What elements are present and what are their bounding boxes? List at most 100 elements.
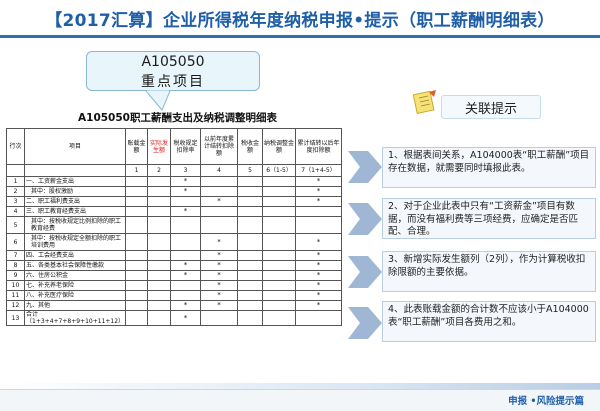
row-cell	[262, 310, 297, 326]
not-applicable-mark: *	[316, 251, 321, 259]
row-item: 一、工资薪金支出	[23, 176, 127, 187]
row-cell: *	[295, 290, 343, 301]
row-cell	[125, 310, 149, 326]
not-applicable-mark: *	[183, 177, 188, 185]
header-col7: 累计结转以后年度扣除额	[295, 128, 343, 165]
row-cell	[262, 290, 297, 301]
not-applicable-mark: *	[316, 301, 321, 309]
header-col4: 以前年度累计结转扣除额	[200, 128, 239, 165]
row-number: 7	[6, 250, 25, 261]
row-cell	[262, 270, 297, 281]
row-cell: *	[200, 290, 239, 301]
row-cell	[125, 233, 149, 251]
row-item: 七、补充养老保险	[23, 280, 127, 291]
row-cell: *	[295, 233, 343, 251]
row-cell	[237, 280, 264, 291]
row-cell: *	[295, 196, 343, 207]
hint-item-4: 4、此表账载金额的合计数不应该小于A104000表“职工薪酬”项目各费用之和。	[382, 301, 596, 342]
row-number: 10	[6, 280, 25, 291]
row-cell	[125, 216, 149, 234]
not-applicable-mark: *	[217, 291, 221, 299]
table-row: 5 其中：按税收规定比例扣除的职工教育经费	[6, 216, 343, 234]
row-cell	[147, 300, 172, 311]
not-applicable-mark: *	[183, 207, 188, 215]
not-applicable-mark: *	[217, 261, 221, 269]
header-item: 项目	[23, 128, 127, 165]
row-cell	[125, 290, 149, 301]
table-row: 9 六、住房公积金 * * *	[6, 270, 343, 281]
salary-table: 行次 项目 账载金额 实际发生额 税收规定扣除率 以前年度累计结转扣除额 税收金…	[6, 128, 343, 326]
row-cell	[237, 290, 264, 301]
callout-a105050: A105050 重点项目	[86, 51, 260, 91]
table-row: 8 五、各类基本社会保障性缴款 * * *	[6, 260, 343, 271]
row-cell	[295, 310, 343, 326]
row-cell	[295, 206, 343, 217]
row-cell	[237, 260, 264, 271]
table-row: 11 八、补充医疗保险 * *	[6, 290, 343, 301]
row-cell	[170, 233, 202, 251]
table-row: 1 一、工资薪金支出 * *	[6, 176, 343, 187]
callout-tail-icon	[144, 90, 171, 111]
not-applicable-mark: *	[183, 261, 188, 269]
row-cell	[147, 250, 172, 261]
table-row: 4 三、职工教育经费支出 *	[6, 206, 343, 217]
row-item: 六、住房公积金	[23, 270, 127, 281]
table-row: 10 七、补充养老保险 * *	[6, 280, 343, 291]
salary-table-panel: A105050职工薪酬支出及纳税调整明细表 行次 项目 账载金额 实际发生额 税…	[6, 110, 349, 371]
row-cell: *	[200, 233, 239, 251]
not-applicable-mark: *	[183, 301, 188, 309]
footer: 申报 •风险提示篇	[0, 389, 600, 411]
not-applicable-mark: *	[316, 197, 321, 205]
row-cell: *	[200, 270, 239, 281]
not-applicable-mark: *	[316, 291, 321, 299]
not-applicable-mark: *	[316, 187, 321, 195]
row-cell	[170, 196, 202, 207]
row-cell	[125, 270, 149, 281]
row-cell	[125, 300, 149, 311]
row-cell	[237, 310, 264, 326]
row-cell	[237, 233, 264, 251]
row-cell	[147, 290, 172, 301]
row-cell	[237, 206, 264, 217]
not-applicable-mark: *	[217, 197, 221, 205]
row-cell: *	[170, 176, 202, 187]
row-number: 9	[6, 270, 25, 281]
row-cell: *	[295, 270, 343, 281]
row-cell	[147, 233, 172, 251]
sticky-note-icon	[412, 90, 436, 115]
row-cell	[200, 186, 239, 197]
callout-code: A105050	[141, 54, 205, 70]
column-number: 7（1+4-5）	[295, 164, 343, 177]
row-cell	[262, 250, 297, 261]
hint-item-text: 2、对于企业此表中只有“工资薪金”项目有数据，而没有福利费等三项经费，应确定是否…	[388, 201, 579, 237]
hint-item-2: 2、对于企业此表中只有“工资薪金”项目有数据，而没有福利费等三项经费，应确定是否…	[382, 198, 596, 239]
row-cell: *	[295, 250, 343, 261]
row-cell: *	[200, 300, 239, 311]
row-cell	[147, 176, 172, 187]
row-cell	[262, 186, 297, 197]
row-item: 三、职工教育经费支出	[23, 206, 127, 217]
hint-item-1: 1、根据表间关系，A104000表“职工薪酬”项目存在数据，就需要同时填报此表。	[382, 147, 596, 188]
row-cell	[170, 290, 202, 301]
row-cell	[125, 260, 149, 271]
row-item: 八、补充医疗保险	[23, 290, 127, 301]
not-applicable-mark: *	[316, 281, 321, 289]
row-cell: *	[200, 280, 239, 291]
column-number: 1	[125, 164, 149, 177]
column-number: 4	[200, 164, 239, 177]
row-cell	[147, 310, 172, 326]
header-col3: 税收规定扣除率	[170, 128, 202, 165]
table-body: 1 一、工资薪金支出 * * 2 其中：股权激励 * * 3 二、职工福利费支出 * * 4 三、职工教育…	[6, 176, 343, 326]
row-cell: *	[170, 260, 202, 271]
row-cell	[147, 270, 172, 281]
not-applicable-mark: *	[183, 187, 188, 195]
chevron-arrows-icon	[348, 151, 382, 339]
not-applicable-mark: *	[183, 313, 188, 322]
row-cell	[125, 186, 149, 197]
row-cell	[147, 196, 172, 207]
header-col1: 账载金额	[125, 128, 149, 165]
hint-item-text: 3、新增实际发生额列（2列），作为计算税收扣除限额的主要依据。	[388, 254, 586, 278]
row-number: 1	[6, 176, 25, 187]
row-number: 3	[6, 196, 25, 207]
row-item: 其中：股权激励	[23, 186, 127, 197]
